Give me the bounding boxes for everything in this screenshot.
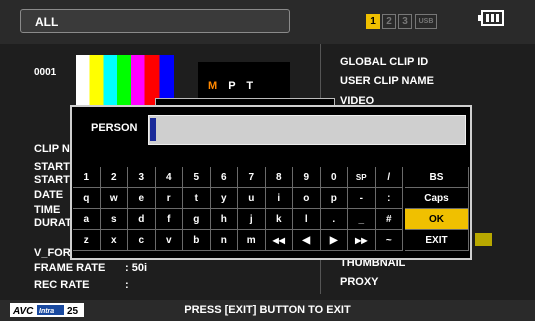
person-input[interactable] — [148, 115, 466, 145]
key[interactable]: 5 — [183, 167, 211, 188]
frame-rate-value: : 50i — [125, 262, 148, 274]
rec-rate-value: : — [125, 279, 129, 291]
key[interactable]: ▶▶ — [348, 230, 376, 251]
key[interactable]: 2 — [100, 167, 128, 188]
key[interactable]: z — [73, 230, 101, 251]
usb-indicator: USB — [415, 14, 437, 29]
key[interactable]: ~ — [375, 230, 403, 251]
key[interactable]: y — [210, 188, 238, 209]
rec-rate-label: REC RATE — [34, 279, 90, 291]
battery-icon — [478, 10, 504, 26]
clip-number: 0001 — [34, 67, 57, 78]
key[interactable]: x — [100, 230, 128, 251]
key[interactable]: p — [320, 188, 348, 209]
thumbnail-pt-letters: P T — [228, 80, 258, 92]
key[interactable]: b — [183, 230, 211, 251]
video-format-label: V_FOR — [34, 247, 71, 259]
time-label: TIME — [34, 204, 61, 216]
key[interactable]: ▶ — [320, 230, 348, 251]
key-bs[interactable]: BS — [405, 167, 469, 188]
global-clip-id-label: GLOBAL CLIP ID — [340, 56, 429, 68]
key[interactable]: SP — [348, 167, 376, 188]
thumbnail-mpt-text: M P T — [208, 80, 257, 92]
key[interactable]: i — [265, 188, 293, 209]
key[interactable]: u — [238, 188, 266, 209]
key-exit[interactable]: EXIT — [405, 230, 469, 251]
key[interactable]: a — [73, 209, 101, 230]
proxy-label: PROXY — [340, 276, 379, 288]
key[interactable]: 6 — [210, 167, 238, 188]
start-label-1: START — [34, 161, 70, 173]
key[interactable]: g — [183, 209, 211, 230]
key[interactable]: 4 — [155, 167, 183, 188]
key[interactable]: 8 — [265, 167, 293, 188]
key[interactable]: d — [128, 209, 156, 230]
status-indicator — [475, 233, 492, 246]
key[interactable]: v — [155, 230, 183, 251]
key[interactable]: - — [348, 188, 376, 209]
key[interactable]: j — [238, 209, 266, 230]
key[interactable]: ◀◀ — [265, 230, 293, 251]
tab-all[interactable]: ALL — [20, 9, 290, 33]
key[interactable]: k — [265, 209, 293, 230]
key[interactable]: e — [128, 188, 156, 209]
key[interactable]: 1 — [73, 167, 101, 188]
key[interactable]: m — [238, 230, 266, 251]
key[interactable]: ◀ — [293, 230, 321, 251]
key[interactable]: 7 — [238, 167, 266, 188]
key[interactable]: # — [375, 209, 403, 230]
key-ok[interactable]: OK — [405, 209, 469, 230]
person-field-label: PERSON — [91, 122, 138, 134]
slot-2-indicator: 2 — [382, 14, 396, 29]
key-caps[interactable]: Caps — [405, 188, 469, 209]
key[interactable]: l — [293, 209, 321, 230]
key[interactable]: h — [210, 209, 238, 230]
key[interactable]: r — [155, 188, 183, 209]
clip-name-label: CLIP N — [34, 143, 70, 155]
key[interactable]: c — [128, 230, 156, 251]
key[interactable]: f — [155, 209, 183, 230]
text-cursor — [150, 118, 156, 141]
user-clip-name-label: USER CLIP NAME — [340, 75, 434, 87]
frame-rate-label: FRAME RATE — [34, 262, 106, 274]
exit-instruction: PRESS [EXIT] BUTTON TO EXIT — [184, 304, 351, 316]
date-label: DATE — [34, 189, 64, 201]
key[interactable]: / — [375, 167, 403, 188]
key[interactable]: . — [320, 209, 348, 230]
key[interactable]: t — [183, 188, 211, 209]
key[interactable]: w — [100, 188, 128, 209]
key[interactable]: 3 — [128, 167, 156, 188]
slot-3-indicator: 3 — [398, 14, 412, 29]
key[interactable]: n — [210, 230, 238, 251]
start-label-2: START — [34, 174, 70, 186]
duration-label: DURAT — [34, 217, 72, 229]
key[interactable]: : — [375, 188, 403, 209]
key[interactable]: s — [100, 209, 128, 230]
key[interactable]: o — [293, 188, 321, 209]
slot-1-indicator: 1 — [366, 14, 380, 29]
key[interactable]: q — [73, 188, 101, 209]
key[interactable]: 9 — [293, 167, 321, 188]
key[interactable]: _ — [348, 209, 376, 230]
key[interactable]: 0 — [320, 167, 348, 188]
thumbnail-m-letter: M — [208, 80, 222, 92]
